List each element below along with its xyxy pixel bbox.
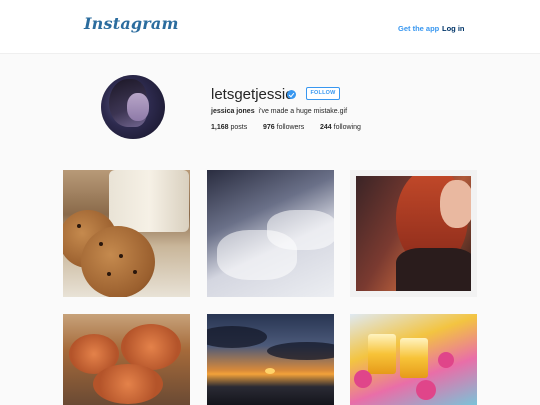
post-thumbnail-crab[interactable]: [63, 314, 190, 405]
following-count: 244: [320, 124, 332, 131]
posts-stat: 1,168 posts: [211, 124, 247, 131]
cloud-shape: [267, 342, 334, 360]
follow-button[interactable]: FOLLOW: [306, 87, 340, 100]
get-the-app-link[interactable]: Get the app: [398, 24, 439, 33]
post-thumbnail-bedsheets[interactable]: [207, 170, 334, 297]
cookie-shape: [81, 226, 155, 297]
post-thumbnail-cookies[interactable]: [63, 170, 190, 297]
post-thumbnail-drinks[interactable]: [350, 314, 477, 405]
top-navigation-bar: Instagram Get the app Log in: [0, 0, 540, 54]
avatar-face-shape: [127, 93, 149, 121]
milk-glass-shape: [109, 170, 189, 232]
profile-avatar: [101, 75, 165, 139]
following-stat[interactable]: 244 following: [320, 124, 361, 131]
chocolate-chip: [77, 224, 81, 228]
drink-cup-shape: [400, 338, 428, 378]
chocolate-chip: [133, 270, 137, 274]
chocolate-chip: [99, 242, 103, 246]
followers-stat[interactable]: 976 followers: [263, 124, 304, 131]
posts-count: 1,168: [211, 124, 229, 131]
profile-bio-text: i've made a huge mistake.gif: [258, 108, 348, 115]
verified-badge-icon: [287, 90, 296, 99]
post-thumbnail-sunset[interactable]: [207, 314, 334, 405]
followers-count: 976: [263, 124, 275, 131]
face-shape: [440, 180, 471, 228]
sun-shape: [265, 368, 275, 374]
drink-cup-shape: [368, 334, 396, 374]
chocolate-chip: [119, 254, 123, 258]
post-thumbnail-selfie[interactable]: [356, 176, 471, 291]
flower-garnish-shape: [416, 380, 436, 400]
instagram-logo[interactable]: Instagram: [84, 14, 179, 33]
followers-label: followers: [276, 124, 305, 131]
chocolate-chip: [107, 272, 111, 276]
flower-garnish-shape: [354, 370, 372, 388]
sheet-fold-shape: [267, 210, 334, 250]
cloud-shape: [207, 326, 267, 348]
crab-shape: [93, 364, 163, 404]
jacket-shape: [396, 248, 471, 291]
following-label: following: [333, 124, 361, 131]
flower-garnish-shape: [438, 352, 454, 368]
log-in-link[interactable]: Log in: [442, 24, 465, 33]
posts-label: posts: [230, 124, 248, 131]
profile-full-name: jessica jones: [211, 108, 255, 115]
profile-bio: jessica jones i've made a huge mistake.g…: [211, 108, 347, 115]
profile-username: letsgetjessie: [211, 86, 294, 103]
